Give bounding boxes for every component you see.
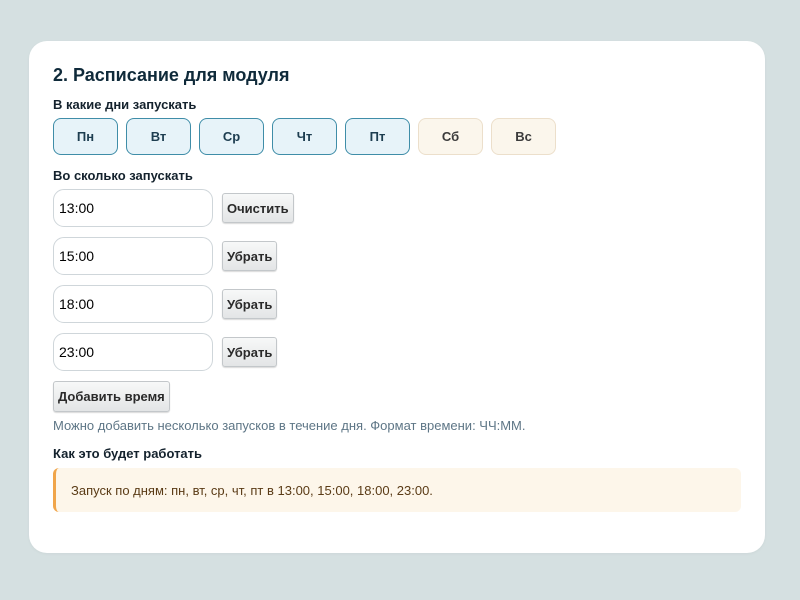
- schedule-card: 2. Расписание для модуля В какие дни зап…: [29, 41, 765, 553]
- time-input[interactable]: [53, 333, 213, 371]
- day-toggle-sun[interactable]: Вс: [491, 118, 556, 155]
- time-row: Очистить: [53, 189, 741, 227]
- section-title: 2. Расписание для модуля: [53, 65, 290, 85]
- day-toggle-fri[interactable]: Пт: [345, 118, 410, 155]
- remove-time-button[interactable]: Убрать: [222, 241, 278, 271]
- day-toggle-wed[interactable]: Ср: [199, 118, 264, 155]
- how-it-works-label: Как это будет работать: [53, 446, 203, 461]
- format-hint: Можно добавить несколько запусков в тече…: [53, 418, 526, 433]
- schedule-summary-text: Запуск по дням: пн, вт, ср, чт, пт в 13:…: [71, 482, 433, 498]
- time-input[interactable]: [53, 189, 213, 227]
- time-list: Очистить Убрать Убрать Убрать: [53, 189, 741, 371]
- remove-time-button[interactable]: Убрать: [222, 289, 278, 319]
- day-toggle-sat[interactable]: Сб: [418, 118, 483, 155]
- schedule-summary: Запуск по дням: пн, вт, ср, чт, пт в 13:…: [53, 468, 741, 512]
- add-time-button[interactable]: Добавить время: [53, 381, 170, 412]
- time-input[interactable]: [53, 237, 213, 275]
- time-row: Убрать: [53, 285, 741, 323]
- time-row: Убрать: [53, 237, 741, 275]
- day-toggle-tue[interactable]: Вт: [126, 118, 191, 155]
- times-label: Во сколько запускать: [53, 168, 193, 183]
- time-input[interactable]: [53, 285, 213, 323]
- remove-time-button[interactable]: Убрать: [222, 337, 278, 367]
- days-label: В какие дни запускать: [53, 97, 197, 112]
- day-toggle-mon[interactable]: Пн: [53, 118, 118, 155]
- clear-time-button[interactable]: Очистить: [222, 193, 294, 223]
- time-row: Убрать: [53, 333, 741, 371]
- day-toggle-thu[interactable]: Чт: [272, 118, 337, 155]
- day-selector: Пн Вт Ср Чт Пт Сб Вс: [53, 118, 741, 155]
